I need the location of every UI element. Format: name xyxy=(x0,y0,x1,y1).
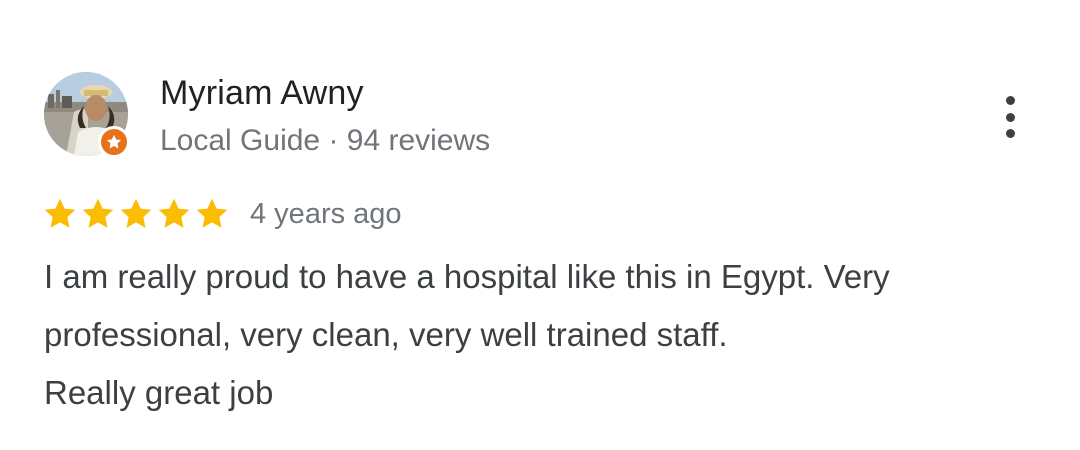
more-options-button[interactable] xyxy=(990,92,1030,142)
star-icon xyxy=(158,198,190,228)
reviewer-meta: Local Guide · 94 reviews xyxy=(160,124,491,157)
review-text-line: I am really proud to have a hospital lik… xyxy=(44,258,890,295)
more-vert-icon xyxy=(1005,96,1015,105)
review-text: I am really proud to have a hospital lik… xyxy=(44,248,1044,422)
star-rating xyxy=(42,196,230,232)
review-card: Myriam Awny Local Guide · 94 reviews 4 y… xyxy=(0,0,1080,450)
more-vert-icon-dot xyxy=(1005,112,1015,122)
more-vert-icon-dot xyxy=(1005,129,1015,138)
reviewer-name[interactable]: Myriam Awny xyxy=(160,74,364,113)
local-guide-badge xyxy=(98,126,130,158)
rating-row: 4 years ago xyxy=(42,196,402,232)
review-text-line: professional, very clean, very well trai… xyxy=(44,316,728,353)
star-icon xyxy=(82,198,114,228)
local-guide-star-icon xyxy=(106,134,122,149)
star-icon xyxy=(44,198,76,228)
review-date: 4 years ago xyxy=(250,197,402,230)
review-text-line: Really great job xyxy=(44,374,274,411)
star-icon xyxy=(196,198,228,228)
reviewer-avatar[interactable] xyxy=(44,72,130,158)
star-icon xyxy=(120,198,152,228)
